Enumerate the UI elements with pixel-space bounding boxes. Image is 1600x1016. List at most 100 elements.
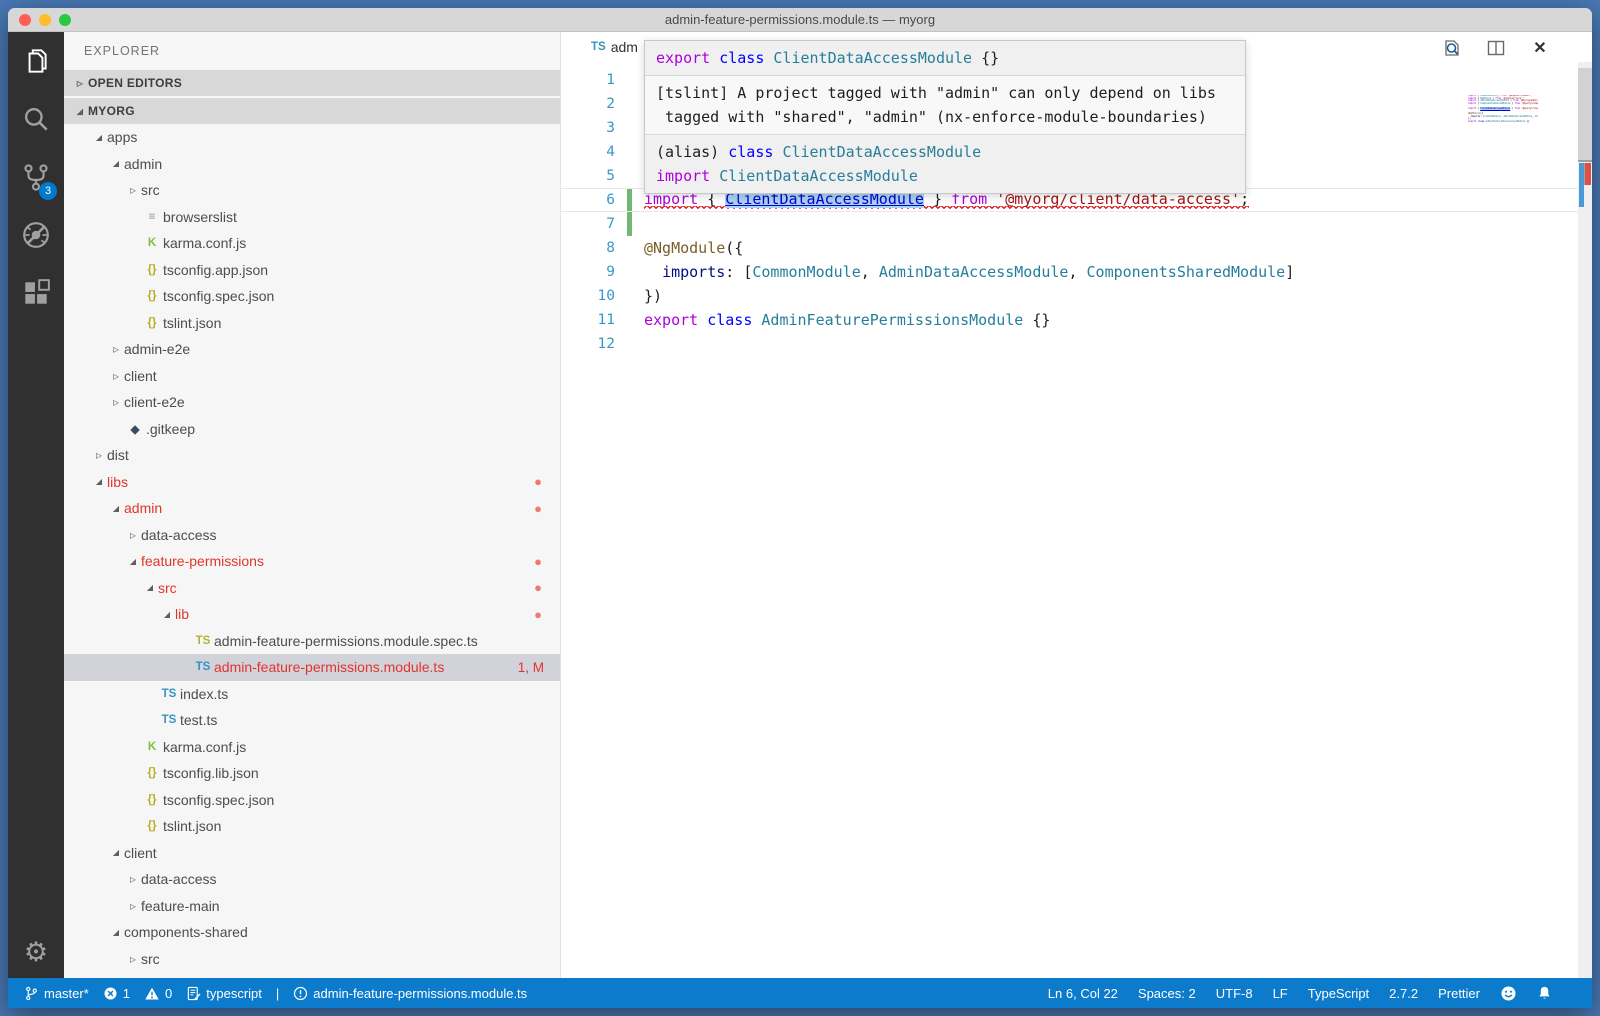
karma-file-icon: K (141, 237, 163, 249)
warning-status-item[interactable]: 0 (144, 986, 172, 1001)
open-changes-icon[interactable] (1442, 38, 1462, 58)
tree-item-libs[interactable]: ◢libs● (64, 469, 560, 496)
chevron-down-icon[interactable]: ◢ (108, 504, 124, 513)
lint-status-item[interactable]: typescript (186, 986, 262, 1001)
tree-item-client[interactable]: ▹client (64, 363, 560, 390)
info-status-item[interactable]: admin-feature-permissions.module.ts (293, 986, 527, 1001)
tree-item-components-shared[interactable]: ◢components-shared (64, 919, 560, 946)
code-area[interactable]: 1import { CommonModule } from '@angular/… (561, 62, 1592, 978)
tree-item-feature-main[interactable]: ▹feature-main (64, 893, 560, 920)
error-status-item[interactable]: 1 (103, 986, 130, 1001)
split-editor-icon[interactable] (1486, 38, 1506, 58)
chevron-right-icon[interactable]: ▹ (108, 342, 124, 356)
tree-item-apps[interactable]: ◢apps (64, 124, 560, 151)
chevron-down-icon[interactable]: ◢ (108, 159, 124, 168)
tree-item-admin[interactable]: ◢admin (64, 151, 560, 178)
status-item[interactable]: UTF-8 (1216, 986, 1253, 1001)
tree-item-tsconfig-spec-json[interactable]: {}tsconfig.spec.json (64, 787, 560, 814)
status-item[interactable]: Prettier (1438, 986, 1480, 1001)
chevron-down-icon[interactable]: ◢ (159, 610, 175, 619)
tree-item-lib[interactable]: ◢lib● (64, 601, 560, 628)
overview-ruler[interactable] (1578, 62, 1592, 978)
tree-item-client[interactable]: ◢client (64, 840, 560, 867)
workspace-root-header[interactable]: ◢ MYORG (64, 98, 560, 124)
explorer-icon[interactable] (8, 32, 64, 90)
chevron-down-icon[interactable]: ◢ (125, 557, 141, 566)
minimap-line: export class AdminFeaturePermissionsModu… (1468, 121, 1538, 124)
chevron-right-icon[interactable]: ▹ (125, 528, 141, 542)
braces-file-icon: {} (141, 290, 163, 302)
tree-item-feature-permissions[interactable]: ◢feature-permissions● (64, 548, 560, 575)
code-token: {} (1525, 120, 1529, 123)
chevron-down-icon[interactable]: ◢ (108, 928, 124, 937)
tree-item-label: admin (124, 500, 162, 516)
status-label: Spaces: 2 (1138, 986, 1196, 1001)
chevron-right-icon[interactable]: ▹ (125, 899, 141, 913)
close-window-button[interactable] (19, 14, 31, 26)
code-line-8[interactable]: 8@NgModule({ (561, 236, 1592, 260)
editor-pane: TS adm ✕ 1import { CommonModule } from '… (561, 32, 1592, 978)
branch-status-item[interactable]: master* (24, 986, 89, 1001)
status-item[interactable]: Spaces: 2 (1138, 986, 1196, 1001)
tree-item-tsconfig-lib-json[interactable]: {}tsconfig.lib.json (64, 760, 560, 787)
smiley-status-item[interactable] (1500, 985, 1517, 1002)
tree-item-karma-conf-js[interactable]: Kkarma.conf.js (64, 230, 560, 257)
code-line-7[interactable]: 7 (561, 212, 1592, 236)
chevron-right-icon[interactable]: ▹ (125, 872, 141, 886)
tree-item-dist[interactable]: ▹dist (64, 442, 560, 469)
search-icon[interactable] (8, 90, 64, 148)
code-line-9[interactable]: 9 imports: [CommonModule, AdminDataAcces… (561, 260, 1592, 284)
tree-item-browserslist[interactable]: ≡browserslist (64, 204, 560, 231)
minimap[interactable]: import { CommonModule } from '@angular/c… (1468, 95, 1538, 127)
tree-item-admin-feature-permissions-module-ts[interactable]: TSadmin-feature-permissions.module.ts1, … (64, 654, 560, 681)
scrollbar-slider[interactable] (1578, 68, 1592, 162)
open-editors-header[interactable]: ▹ OPEN EDITORS (64, 70, 560, 96)
tree-item-tsconfig-app-json[interactable]: {}tsconfig.app.json (64, 257, 560, 284)
chevron-down-icon[interactable]: ◢ (91, 133, 107, 142)
chevron-right-icon[interactable]: ▹ (108, 369, 124, 383)
tab-admin-feature-permissions[interactable]: TS adm (561, 39, 638, 55)
tree-item-data-access[interactable]: ▹data-access (64, 866, 560, 893)
tree-item-label: dist (107, 447, 129, 463)
definition-link[interactable]: ClientDataAccessModule (1480, 107, 1510, 110)
tree-item-tslint-json[interactable]: {}tslint.json (64, 813, 560, 840)
tree-item-label: karma.conf.js (163, 739, 246, 755)
chevron-down-icon[interactable]: ◢ (142, 583, 158, 592)
tree-item-admin-feature-permissions-module-spec-ts[interactable]: TSadmin-feature-permissions.module.spec.… (64, 628, 560, 655)
debug-icon[interactable] (8, 206, 64, 264)
tree-item-admin[interactable]: ◢admin● (64, 495, 560, 522)
tree-item-client-e2e[interactable]: ▹client-e2e (64, 389, 560, 416)
minimize-window-button[interactable] (39, 14, 51, 26)
gear-icon[interactable]: ⚙ (8, 926, 64, 978)
close-editor-icon[interactable]: ✕ (1530, 38, 1550, 58)
status-item[interactable]: | (276, 986, 279, 1001)
chevron-right-icon[interactable]: ▹ (91, 448, 107, 462)
chevron-right-icon[interactable]: ▹ (125, 183, 141, 197)
code-line-10[interactable]: 10}) (561, 284, 1592, 308)
tree-item-test-ts[interactable]: TStest.ts (64, 707, 560, 734)
tree-item-src[interactable]: ▹src (64, 946, 560, 973)
status-item[interactable]: 2.7.2 (1389, 986, 1418, 1001)
extensions-icon[interactable] (8, 264, 64, 322)
zoom-window-button[interactable] (59, 14, 71, 26)
tree-item-src[interactable]: ◢src● (64, 575, 560, 602)
bell-status-item[interactable] (1537, 985, 1552, 1001)
status-item[interactable]: TypeScript (1308, 986, 1369, 1001)
tree-item-tslint-json[interactable]: {}tslint.json (64, 310, 560, 337)
tree-item--gitkeep[interactable]: ◆.gitkeep (64, 416, 560, 443)
code-line-11[interactable]: 11export class AdminFeaturePermissionsMo… (561, 308, 1592, 332)
status-item[interactable]: Ln 6, Col 22 (1048, 986, 1118, 1001)
tree-item-admin-e2e[interactable]: ▹admin-e2e (64, 336, 560, 363)
tree-item-data-access[interactable]: ▹data-access (64, 522, 560, 549)
chevron-down-icon[interactable]: ◢ (108, 848, 124, 857)
tree-item-tsconfig-spec-json[interactable]: {}tsconfig.spec.json (64, 283, 560, 310)
status-item[interactable]: LF (1273, 986, 1288, 1001)
tree-item-src[interactable]: ▹src (64, 177, 560, 204)
tree-item-karma-conf-js[interactable]: Kkarma.conf.js (64, 734, 560, 761)
code-line-12[interactable]: 12 (561, 332, 1592, 356)
chevron-down-icon[interactable]: ◢ (91, 477, 107, 486)
chevron-right-icon[interactable]: ▹ (125, 952, 141, 966)
tree-item-index-ts[interactable]: TSindex.ts (64, 681, 560, 708)
chevron-right-icon[interactable]: ▹ (108, 395, 124, 409)
source-control-icon[interactable]: 3 (8, 148, 64, 206)
